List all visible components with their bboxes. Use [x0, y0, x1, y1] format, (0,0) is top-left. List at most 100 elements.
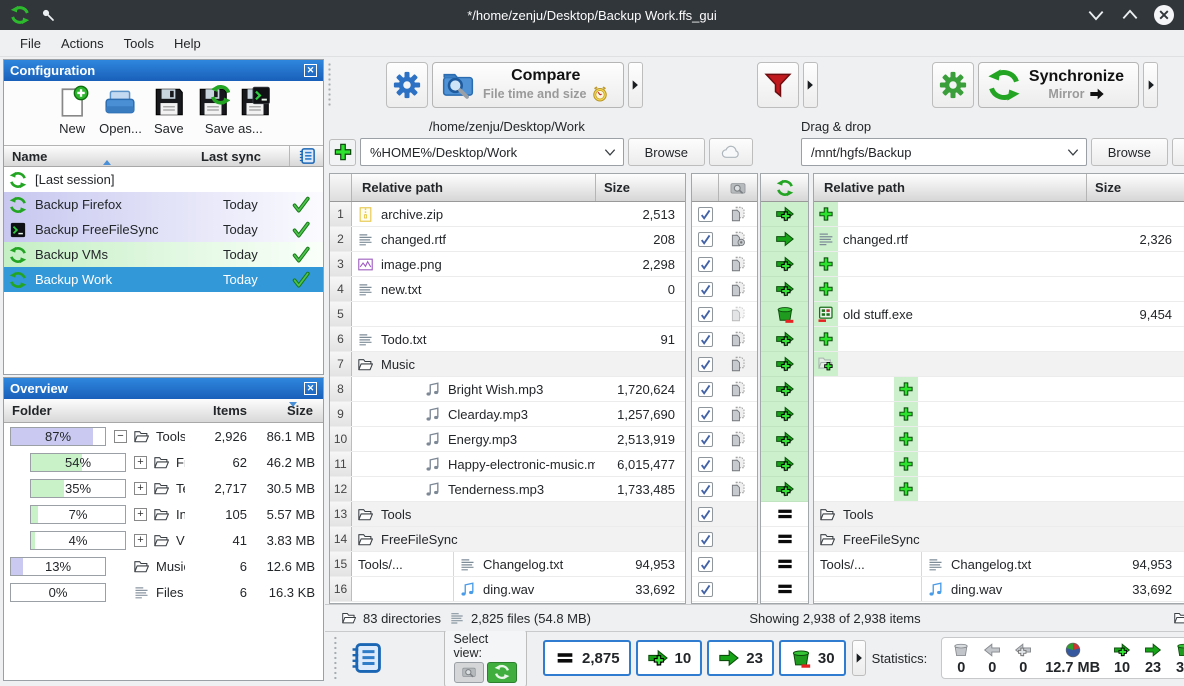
compare-button[interactable]: Compare File time and size: [432, 62, 624, 108]
file-row[interactable]: 14FreeFileSync: [330, 527, 685, 552]
file-row[interactable]: [814, 477, 1184, 502]
file-row[interactable]: 8Bright Wish.mp31,720,624: [330, 377, 685, 402]
file-row[interactable]: [814, 327, 1184, 352]
include-checkbox[interactable]: [698, 482, 713, 497]
file-row[interactable]: 4new.txt0: [330, 277, 685, 302]
sync-action-cell[interactable]: [761, 227, 808, 252]
sync-action-cell[interactable]: [761, 252, 808, 277]
include-checkbox[interactable]: [698, 557, 713, 572]
menu-tools[interactable]: Tools: [114, 33, 164, 54]
left-browse-button[interactable]: Browse: [628, 138, 705, 166]
expander-plus-icon[interactable]: +: [134, 534, 147, 547]
overview-close-icon[interactable]: ✕: [304, 382, 317, 395]
sync-action-cell[interactable]: [761, 527, 808, 552]
config-button-save[interactable]: Save: [152, 85, 186, 136]
view-filter-dropdown-button[interactable]: [852, 640, 866, 676]
overview-row[interactable]: 4%+VirtualDub413.83 MB: [4, 527, 323, 553]
expander-plus-icon[interactable]: +: [134, 482, 147, 495]
menu-actions[interactable]: Actions: [51, 33, 114, 54]
left-cloud-button[interactable]: [709, 138, 753, 166]
file-row[interactable]: 7Music: [330, 352, 685, 377]
overview-row[interactable]: 13%+Music612.6 MB: [4, 553, 323, 579]
session-row[interactable]: Backup WorkToday: [4, 267, 323, 292]
right-cloud-button[interactable]: [1172, 138, 1184, 166]
session-row[interactable]: Backup FirefoxToday: [4, 192, 323, 217]
title-bar[interactable]: */home/zenju/Desktop/Backup Work.ffs_gui…: [0, 0, 1184, 30]
file-row[interactable]: Tools/...Changelog.txt94,953: [814, 552, 1184, 577]
sync-action-cell[interactable]: [761, 277, 808, 302]
menu-file[interactable]: File: [10, 33, 51, 54]
sync-action-cell[interactable]: [761, 477, 808, 502]
column-size[interactable]: Size: [247, 403, 323, 418]
right-browse-button[interactable]: Browse: [1091, 138, 1168, 166]
session-row[interactable]: Backup VMsToday: [4, 242, 323, 267]
include-checkbox[interactable]: [698, 432, 713, 447]
file-row[interactable]: 12Tenderness.mp31,733,485: [330, 477, 685, 502]
sync-action-cell[interactable]: [761, 402, 808, 427]
swap-sides-button[interactable]: [757, 125, 797, 165]
file-row[interactable]: 16ding.wav33,692: [330, 577, 685, 602]
comparison-settings-button[interactable]: [386, 62, 428, 108]
column-relative-path[interactable]: Relative path: [352, 180, 595, 195]
include-checkbox[interactable]: [698, 407, 713, 422]
file-row[interactable]: old stuff.exe9,454: [814, 302, 1184, 327]
include-checkbox[interactable]: [698, 257, 713, 272]
include-checkbox[interactable]: [698, 382, 713, 397]
bottombar-drag-handle[interactable]: [332, 636, 339, 680]
config-button-open[interactable]: Open...: [99, 85, 142, 136]
pin-icon[interactable]: [40, 7, 56, 23]
open-log-button[interactable]: [346, 637, 387, 679]
column-size[interactable]: Size: [1086, 174, 1184, 201]
expander-minus-icon[interactable]: −: [114, 430, 127, 443]
expander-plus-icon[interactable]: +: [134, 508, 147, 521]
menu-help[interactable]: Help: [164, 33, 211, 54]
file-row[interactable]: 15Tools/...Changelog.txt94,953: [330, 552, 685, 577]
overview-row[interactable]: 35%+Testing2,71730.5 MB: [4, 475, 323, 501]
file-row[interactable]: [814, 252, 1184, 277]
include-checkbox[interactable]: [698, 457, 713, 472]
overview-row[interactable]: 0%+Files616.3 KB: [4, 579, 323, 605]
view-filter-create-right[interactable]: 10: [636, 640, 703, 676]
file-row[interactable]: FreeFileSync: [814, 527, 1184, 552]
right-folder-combo[interactable]: /mnt/hgfs/Backup: [801, 138, 1087, 166]
overview-header[interactable]: Folder Items Size: [4, 399, 323, 423]
close-button[interactable]: ✕: [1154, 5, 1174, 25]
file-row[interactable]: [814, 452, 1184, 477]
left-grid-header[interactable]: Relative path Size: [330, 174, 685, 202]
column-size[interactable]: Size: [595, 174, 685, 201]
file-row[interactable]: [814, 352, 1184, 377]
session-row[interactable]: Backup FreeFileSyncToday: [4, 217, 323, 242]
file-row[interactable]: [814, 427, 1184, 452]
sync-action-cell[interactable]: [761, 452, 808, 477]
column-items[interactable]: Items: [185, 403, 247, 418]
column-last-sync[interactable]: Last sync: [201, 149, 289, 164]
action-view-button[interactable]: [487, 662, 517, 683]
overview-panel-header[interactable]: Overview ✕: [4, 378, 323, 399]
sync-action-cell[interactable]: [761, 552, 808, 577]
sync-action-cell[interactable]: [761, 577, 808, 602]
file-row[interactable]: 9Clearday.mp31,257,690: [330, 402, 685, 427]
synchronize-button[interactable]: Synchronize Mirror: [978, 62, 1139, 108]
filter-settings-button[interactable]: [757, 62, 799, 108]
include-checkbox[interactable]: [698, 307, 713, 322]
file-row[interactable]: 2changed.rtf208: [330, 227, 685, 252]
toolbar-drag-handle[interactable]: [326, 61, 333, 108]
include-checkbox[interactable]: [698, 332, 713, 347]
overview-row[interactable]: 87%−Tools2,92686.1 MB: [4, 423, 323, 449]
sync-action-cell[interactable]: [761, 302, 808, 327]
add-folder-pair-button[interactable]: [329, 139, 356, 166]
configuration-close-icon[interactable]: ✕: [304, 64, 317, 77]
right-grid-header[interactable]: Relative path Size: [814, 174, 1184, 202]
left-folder-combo[interactable]: %HOME%/Desktop/Work: [360, 138, 624, 166]
file-row[interactable]: changed.rtf2,326: [814, 227, 1184, 252]
file-row[interactable]: [814, 277, 1184, 302]
config-button-new[interactable]: New: [55, 85, 89, 136]
include-checkbox[interactable]: [698, 282, 713, 297]
file-row[interactable]: [814, 402, 1184, 427]
file-row[interactable]: 5: [330, 302, 685, 327]
include-checkbox[interactable]: [698, 582, 713, 597]
view-filter-delete-right[interactable]: 30: [779, 640, 846, 676]
compare-dropdown-button[interactable]: [628, 62, 643, 108]
include-checkbox[interactable]: [698, 207, 713, 222]
include-checkbox[interactable]: [698, 357, 713, 372]
